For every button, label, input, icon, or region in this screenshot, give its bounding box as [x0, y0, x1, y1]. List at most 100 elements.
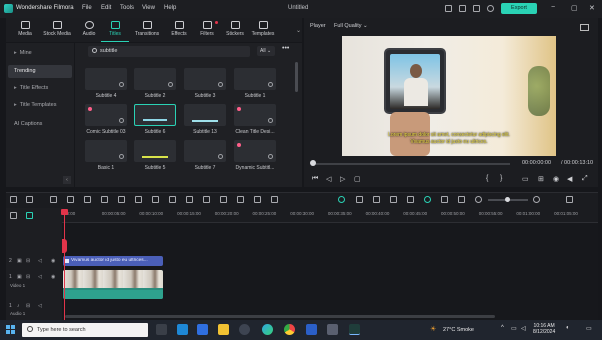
asset-thumb-subtitle-5[interactable] — [134, 140, 176, 162]
text-tool-icon[interactable] — [118, 196, 125, 203]
lock-icon[interactable]: ⊟ — [26, 303, 30, 309]
file-explorer-icon[interactable] — [218, 324, 229, 335]
edge-browser-icon[interactable] — [262, 324, 273, 335]
asset-thumb-subtitle-2[interactable] — [134, 68, 176, 90]
speed-icon[interactable] — [169, 196, 176, 203]
asset-thumb-subtitle-4[interactable] — [85, 68, 127, 90]
mask-icon[interactable] — [220, 196, 227, 203]
menu-view[interactable]: View — [142, 5, 155, 11]
category-title-effects[interactable]: ▸ Title Effects — [8, 82, 72, 95]
download-icon[interactable] — [168, 82, 173, 87]
download-icon[interactable] — [268, 154, 273, 159]
playback-scrubber[interactable] — [312, 163, 510, 165]
category-trending[interactable]: Trending — [8, 65, 72, 78]
tab-templates[interactable]: Templates — [246, 18, 280, 42]
tab-effects[interactable]: Effects — [164, 18, 194, 42]
notifications-icon[interactable]: ▭ — [586, 325, 592, 332]
stop-icon[interactable]: ▢ — [354, 175, 361, 183]
account-icon[interactable] — [473, 5, 480, 12]
zoom-slider-handle[interactable] — [505, 197, 510, 202]
media-library-icon[interactable] — [459, 5, 466, 12]
add-track-icon[interactable] — [10, 212, 17, 219]
download-icon[interactable] — [119, 154, 124, 159]
mute-audio-icon[interactable]: ◁ — [38, 274, 42, 280]
timeline-scrollbar[interactable] — [65, 315, 495, 318]
asset-thumb-subtitle-6[interactable] — [134, 104, 176, 126]
volume-tray-icon[interactable]: ◁ — [521, 325, 526, 332]
play-icon[interactable]: ▷ — [340, 175, 345, 183]
menu-edit[interactable]: Edit — [101, 5, 111, 11]
download-icon[interactable] — [268, 82, 273, 87]
chrome-browser-icon[interactable] — [284, 324, 295, 335]
pip-icon[interactable] — [458, 196, 465, 203]
chevron-down-icon[interactable]: ⌄ — [296, 27, 301, 34]
shield-icon[interactable] — [356, 196, 363, 203]
delete-icon[interactable] — [84, 196, 91, 203]
tray-chevron-icon[interactable]: ^ — [501, 325, 504, 331]
visibility-eye-icon[interactable]: ◉ — [51, 258, 55, 264]
keyframe-icon[interactable] — [237, 196, 244, 203]
asset-scrollbar[interactable] — [295, 62, 298, 92]
download-icon[interactable] — [119, 82, 124, 87]
title-clip[interactable]: Vivamus auctor id justo eu ultrices... — [63, 256, 163, 266]
link-icon[interactable] — [26, 212, 33, 219]
video-clip[interactable] — [63, 270, 163, 299]
asset-thumb-subtitle-1[interactable] — [234, 68, 276, 90]
mute-audio-icon[interactable]: ◁ — [38, 303, 42, 309]
video-preview[interactable]: Lorem ipsum dolor sit amet, consectetur … — [342, 36, 556, 156]
filmora-taskbar-icon[interactable] — [349, 324, 360, 335]
zoom-in-icon[interactable] — [533, 196, 540, 203]
task-view-icon[interactable] — [156, 324, 167, 335]
save-icon[interactable] — [445, 5, 452, 12]
scrubber-handle[interactable] — [310, 160, 316, 166]
crop-icon[interactable] — [135, 196, 142, 203]
lock-icon[interactable]: ⊟ — [26, 274, 30, 280]
category-mine[interactable]: ▸ Mine — [8, 47, 72, 60]
render-preview-icon[interactable]: ⊞ — [538, 175, 544, 183]
select-cursor-icon[interactable] — [26, 196, 33, 203]
menu-file[interactable]: File — [82, 5, 92, 11]
minimize-icon[interactable]: − — [551, 4, 555, 11]
mark-in-icon[interactable]: { — [486, 175, 488, 182]
asset-thumb-subtitle-13[interactable] — [184, 104, 226, 126]
download-icon[interactable] — [218, 82, 223, 87]
mark-out-icon[interactable]: } — [500, 175, 502, 182]
taskbar-search-input[interactable]: Type here to search — [22, 323, 148, 337]
export-button[interactable]: Export — [501, 3, 537, 14]
auto-sync-icon[interactable] — [424, 196, 431, 203]
adjust-icon[interactable] — [373, 196, 380, 203]
asset-thumb-subtitle-3[interactable] — [184, 68, 226, 90]
category-title-templates[interactable]: ▸ Title Templates — [8, 99, 72, 112]
windows-start-icon[interactable] — [6, 325, 15, 334]
quality-dropdown[interactable]: Full Quality ⌄ — [334, 23, 368, 29]
maximize-icon[interactable]: ▢ — [571, 4, 578, 12]
step-back-icon[interactable]: ◁ — [326, 175, 331, 183]
word-icon[interactable] — [306, 324, 317, 335]
taskbar-clock[interactable]: 10:16 AM 8/12/2024 — [533, 323, 555, 335]
tab-stock-media[interactable]: Stock Media — [39, 18, 75, 42]
snapshot-icon[interactable]: ◉ — [553, 175, 559, 183]
lock-icon[interactable]: ⊟ — [26, 258, 30, 264]
scene-detect-icon[interactable] — [441, 196, 448, 203]
volume-icon[interactable]: ◀ — [567, 175, 572, 183]
close-icon[interactable]: ✕ — [589, 4, 595, 12]
visibility-eye-icon[interactable]: ◉ — [51, 274, 55, 280]
display-settings-icon[interactable]: ▭ — [522, 175, 529, 183]
list-icon[interactable] — [407, 196, 414, 203]
network-icon[interactable]: ▭ — [511, 325, 517, 332]
download-icon[interactable] — [218, 154, 223, 159]
app-icon-2[interactable] — [239, 324, 250, 335]
previous-frame-icon[interactable]: ⏮ — [312, 175, 318, 183]
snapshot-layout-icon[interactable] — [580, 24, 589, 31]
asset-thumb-basic-1[interactable] — [85, 140, 127, 162]
filter-dropdown[interactable]: All ⌄ — [257, 46, 275, 56]
tab-titles[interactable]: Titles — [101, 18, 129, 42]
tab-transitions[interactable]: Transitions — [130, 18, 164, 42]
copilot-icon[interactable]: ◐ — [566, 325, 570, 331]
more-tools-icon[interactable] — [271, 196, 278, 203]
mute-audio-icon[interactable]: ◁ — [38, 258, 42, 264]
download-icon[interactable] — [268, 118, 273, 123]
microphone-icon[interactable] — [390, 196, 397, 203]
zoom-out-icon[interactable] — [475, 196, 482, 203]
download-icon[interactable] — [487, 5, 494, 12]
